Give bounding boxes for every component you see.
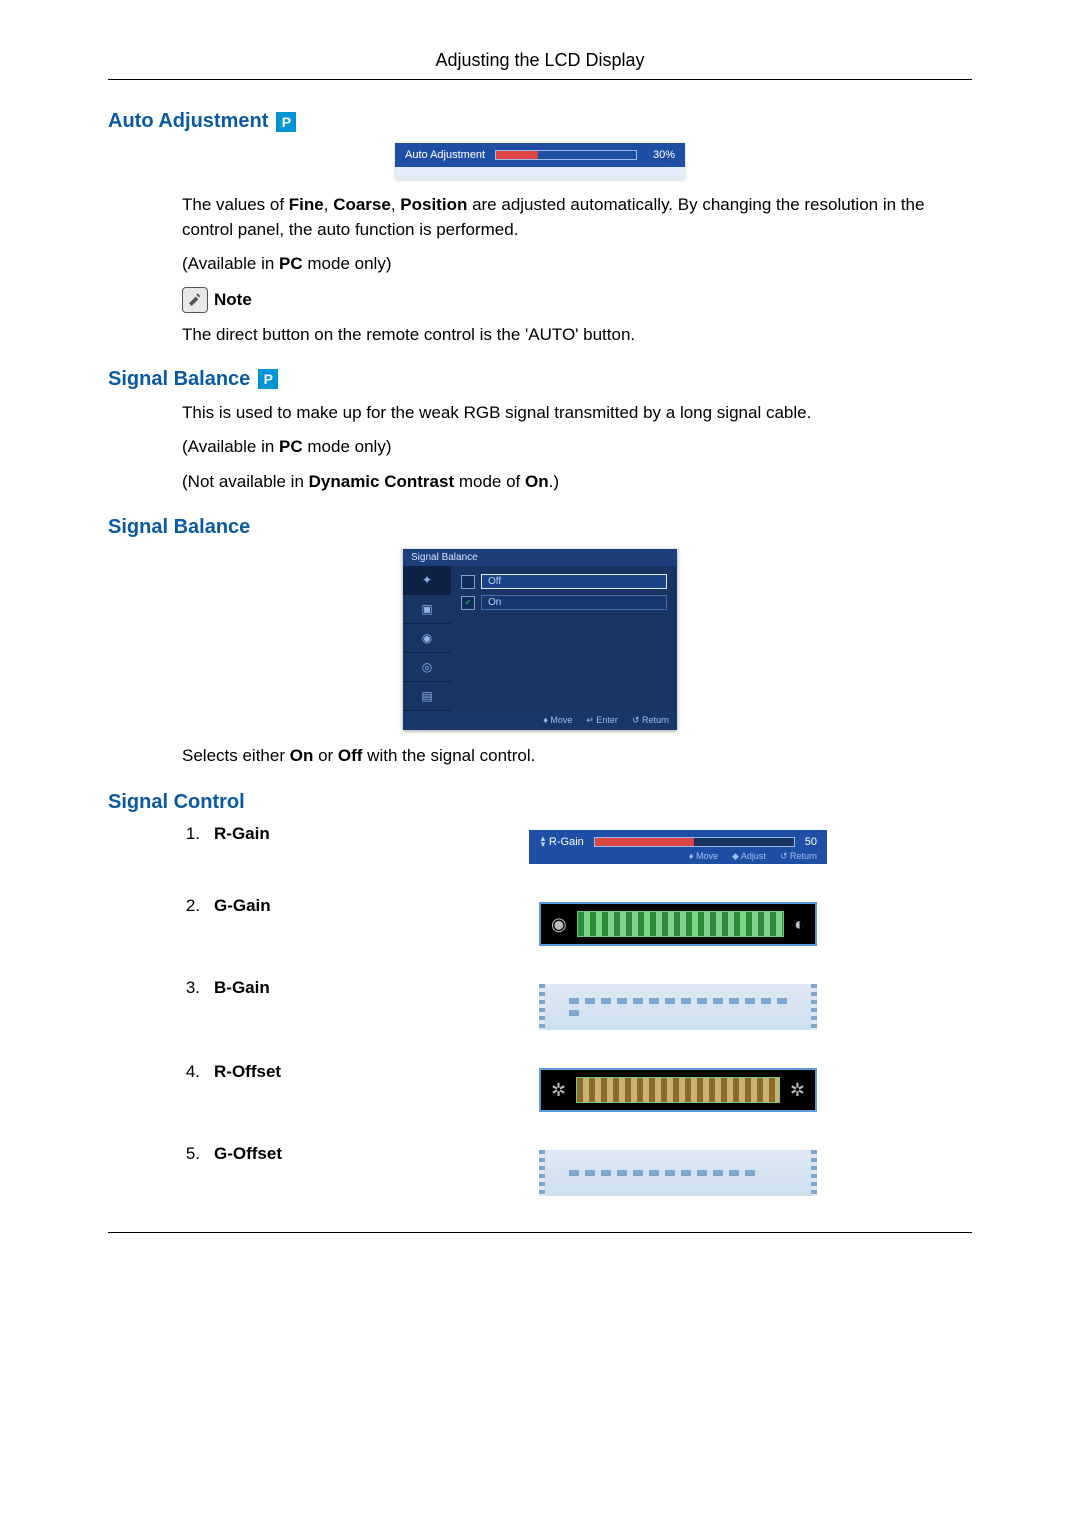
osd-signal-balance: Signal Balance ✦ ▣ ◉ ◎ ▤ Off ✔ On bbox=[403, 549, 677, 730]
list-item: 4. R-Offset ✲ ✲ bbox=[182, 1062, 972, 1118]
subheading-signal-control: Signal Control bbox=[108, 791, 972, 814]
sb-para-1: This is used to make up for the weak RGB… bbox=[182, 401, 972, 426]
list-item: 1. R-Gain ▲▼ R-Gain 50 bbox=[182, 824, 972, 870]
list-item: 5. G-Offset bbox=[182, 1144, 972, 1202]
osd-g-gain-pattern: ◉ ◐ bbox=[539, 902, 817, 946]
list-label-r-offset: R-Offset bbox=[214, 1062, 281, 1082]
auto-adj-note-text: The direct button on the remote control … bbox=[182, 323, 972, 348]
list-number: 5. bbox=[182, 1144, 200, 1164]
heading-signal-balance-text: Signal Balance bbox=[108, 368, 250, 391]
arrow-up-down-icon: ▲▼ bbox=[539, 836, 547, 848]
auto-adj-availability: (Available in PC mode only) bbox=[182, 252, 972, 277]
subheading-signal-balance: Signal Balance bbox=[108, 516, 972, 539]
note-row: Note bbox=[182, 287, 972, 313]
heading-auto-adjustment: Auto Adjustment P bbox=[108, 110, 972, 133]
heading-signal-balance: Signal Balance P bbox=[108, 368, 972, 391]
heading-auto-adjustment-text: Auto Adjustment bbox=[108, 110, 268, 133]
osd-rgain-footer-move: ♦ Move bbox=[689, 851, 718, 862]
osd-auto-adjustment: Auto Adjustment 30% bbox=[395, 143, 685, 179]
page-title: Adjusting the LCD Display bbox=[108, 50, 972, 80]
list-label-g-offset: G-Offset bbox=[214, 1144, 282, 1164]
osd-auto-progress-fill bbox=[496, 151, 538, 159]
osd-sb-footer-move: ♦ Move bbox=[543, 715, 572, 726]
osd-sb-footer-return: ↺ Return bbox=[632, 715, 669, 726]
list-label-b-gain: B-Gain bbox=[214, 978, 270, 998]
osd-rgain-value: 50 bbox=[805, 836, 817, 848]
list-label-r-gain: R-Gain bbox=[214, 824, 270, 844]
auto-adj-para-1: The values of Fine, Coarse, Position are… bbox=[182, 193, 972, 242]
osd-auto-bottom bbox=[395, 167, 685, 179]
osd-sb-option-off: Off bbox=[461, 574, 667, 589]
osd-sb-tab-icon: ▣ bbox=[403, 595, 451, 624]
pattern-bars bbox=[576, 1077, 780, 1103]
osd-rgain-label: R-Gain bbox=[549, 836, 584, 848]
list-item: 3. B-Gain bbox=[182, 978, 972, 1036]
moon-icon: ◐ bbox=[794, 914, 805, 935]
osd-sb-option-on-label: On bbox=[481, 595, 667, 610]
osd-r-gain: ▲▼ R-Gain 50 ♦ Move ◆ Adjust ↺ Return bbox=[529, 830, 827, 864]
osd-sb-checkbox: ✔ bbox=[461, 596, 475, 610]
list-item: 2. G-Gain ◉ ◐ bbox=[182, 896, 972, 952]
pattern-bars bbox=[577, 911, 784, 937]
osd-sb-footer-enter: ↵ Enter bbox=[586, 715, 618, 726]
osd-rgain-fill bbox=[595, 838, 694, 846]
osd-auto-progress-track bbox=[495, 150, 637, 160]
osd-auto-value: 30% bbox=[647, 149, 675, 161]
osd-rgain-footer-adjust: ◆ Adjust bbox=[732, 851, 766, 862]
osd-sb-tab-icon: ◎ bbox=[403, 653, 451, 682]
osd-sb-checkbox bbox=[461, 575, 475, 589]
osd-sb-option-on: ✔ On bbox=[461, 595, 667, 610]
osd-sb-tab-icon: ◉ bbox=[403, 624, 451, 653]
osd-b-gain-pattern bbox=[539, 984, 817, 1030]
osd-sb-title: Signal Balance bbox=[403, 549, 677, 566]
gear-icon: ✲ bbox=[551, 1080, 566, 1101]
sb-not-available: (Not available in Dynamic Contrast mode … bbox=[182, 470, 972, 495]
osd-rgain-footer-return: ↺ Return bbox=[780, 851, 817, 862]
p-badge-icon: P bbox=[258, 369, 278, 389]
gear-icon: ✲ bbox=[790, 1080, 805, 1101]
list-number: 2. bbox=[182, 896, 200, 916]
osd-sb-sidebar: ✦ ▣ ◉ ◎ ▤ bbox=[403, 566, 451, 711]
footer-rule bbox=[108, 1232, 972, 1233]
list-label-g-gain: G-Gain bbox=[214, 896, 271, 916]
note-label: Note bbox=[214, 290, 252, 310]
osd-rgain-track bbox=[594, 837, 795, 847]
sb-select-text: Selects either On or Off with the signal… bbox=[182, 744, 972, 769]
osd-auto-label: Auto Adjustment bbox=[405, 149, 485, 161]
note-pencil-icon bbox=[182, 287, 208, 313]
sb-availability: (Available in PC mode only) bbox=[182, 435, 972, 460]
osd-r-offset-pattern: ✲ ✲ bbox=[539, 1068, 817, 1112]
p-badge-icon: P bbox=[276, 112, 296, 132]
osd-sb-option-off-label: Off bbox=[481, 574, 667, 589]
osd-g-offset-pattern bbox=[539, 1150, 817, 1196]
osd-sb-tab-icon: ✦ bbox=[403, 566, 451, 595]
osd-sb-tab-icon: ▤ bbox=[403, 682, 451, 711]
eye-icon: ◉ bbox=[551, 914, 567, 935]
list-number: 4. bbox=[182, 1062, 200, 1082]
list-number: 1. bbox=[182, 824, 200, 844]
list-number: 3. bbox=[182, 978, 200, 998]
